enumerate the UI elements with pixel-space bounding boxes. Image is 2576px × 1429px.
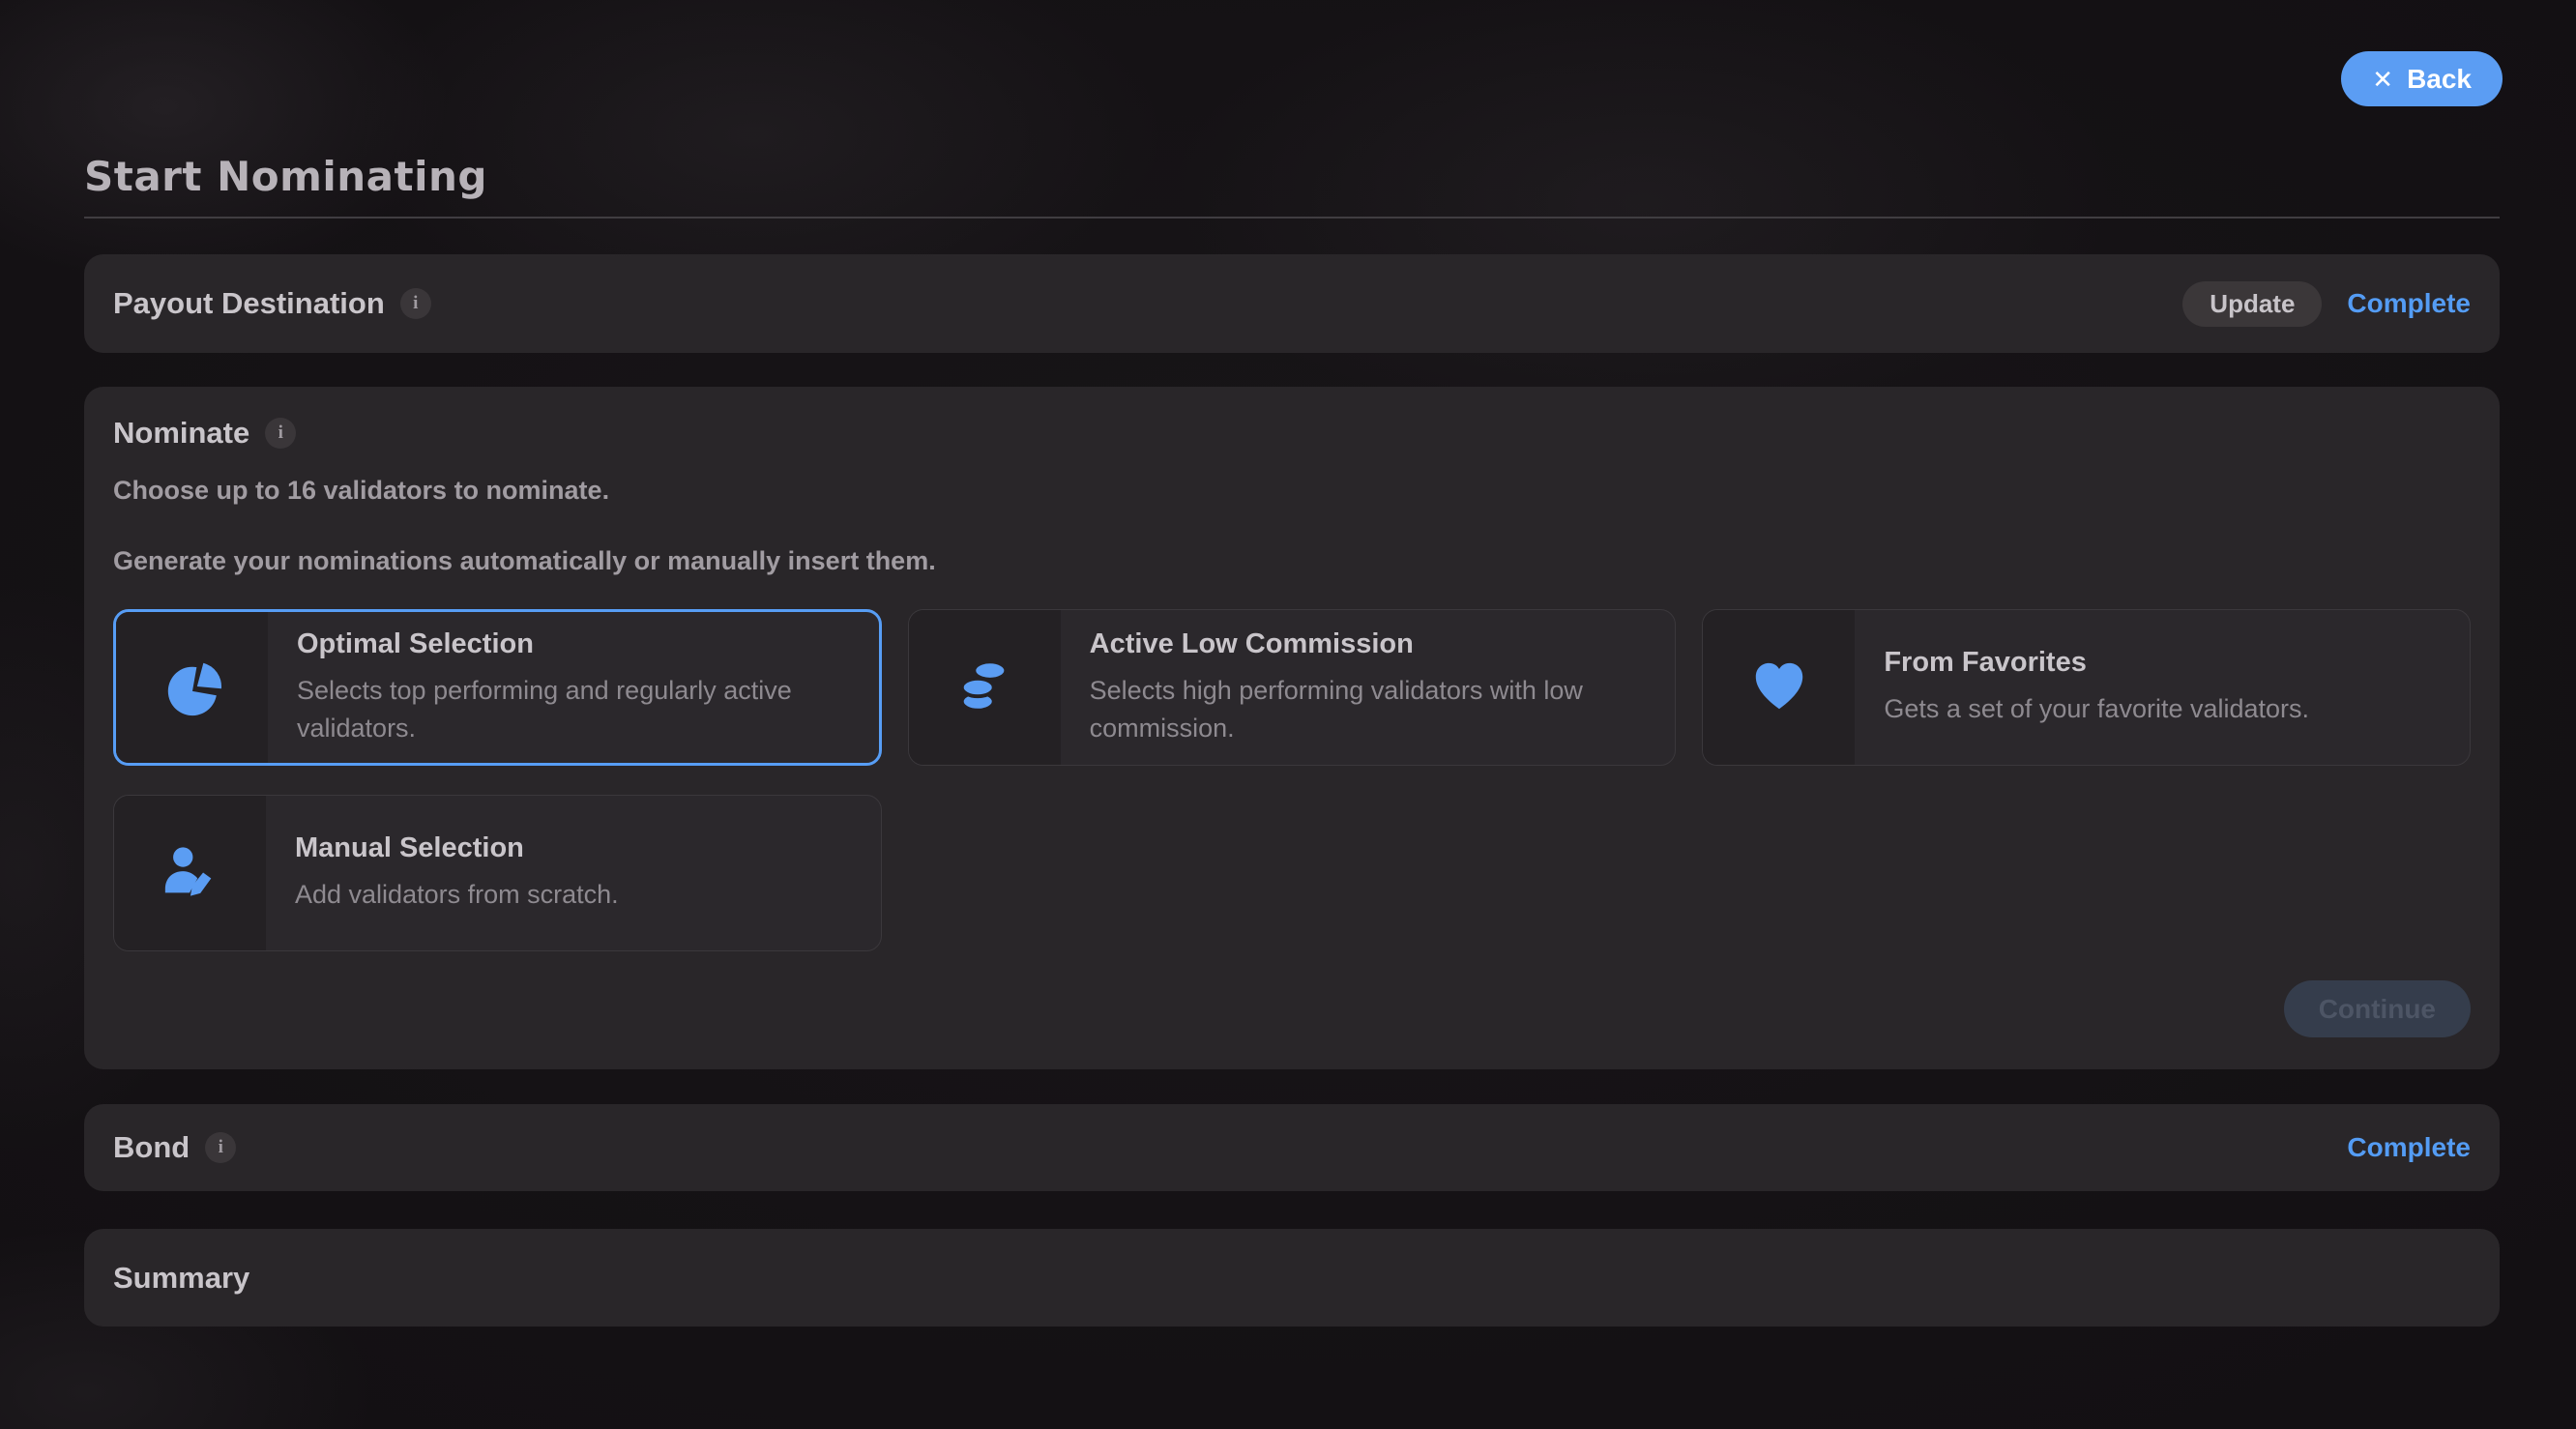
nomination-methods-grid: Optimal Selection Selects top performing… <box>113 609 2471 951</box>
info-icon[interactable]: i <box>205 1132 236 1163</box>
update-button[interactable]: Update <box>2182 281 2322 327</box>
payout-destination-section: Payout Destination i Update Complete <box>84 254 2500 353</box>
info-icon[interactable]: i <box>400 288 431 319</box>
nominate-subtitle: Choose up to 16 validators to nominate. <box>113 476 2471 506</box>
method-title: Manual Selection <box>295 832 619 864</box>
summary-section: Summary <box>84 1229 2500 1327</box>
bond-section: Bond i Complete <box>84 1104 2500 1191</box>
summary-title: Summary <box>113 1261 249 1296</box>
method-manual-selection[interactable]: Manual Selection Add validators from scr… <box>113 795 882 951</box>
continue-button[interactable]: Continue <box>2284 980 2471 1037</box>
back-button[interactable]: ✕ Back <box>2341 51 2503 106</box>
method-title: Active Low Commission <box>1090 628 1631 660</box>
method-from-favorites[interactable]: From Favorites Gets a set of your favori… <box>1702 609 2471 766</box>
nominate-section: Nominate i Choose up to 16 validators to… <box>84 387 2500 1069</box>
info-icon[interactable]: i <box>265 418 296 449</box>
method-description: Selects top performing and regularly act… <box>297 672 838 746</box>
page-title: Start Nominating <box>84 153 487 200</box>
method-description: Add validators from scratch. <box>295 876 619 913</box>
user-edit-icon <box>114 796 266 950</box>
method-active-low-commission[interactable]: Active Low Commission Selects high perfo… <box>908 609 1677 766</box>
method-title: Optimal Selection <box>297 628 838 660</box>
method-description: Selects high performing validators with … <box>1090 672 1631 746</box>
method-title: From Favorites <box>1884 647 2309 679</box>
method-description: Gets a set of your favorite validators. <box>1884 690 2309 727</box>
bond-title: Bond <box>113 1130 190 1165</box>
nominate-title: Nominate <box>113 416 249 451</box>
bond-complete-badge: Complete <box>2347 1132 2471 1163</box>
method-optimal-selection[interactable]: Optimal Selection Selects top performing… <box>113 609 882 766</box>
payout-complete-badge: Complete <box>2347 288 2471 319</box>
payout-destination-title: Payout Destination <box>113 286 385 321</box>
heart-icon <box>1703 610 1855 765</box>
nominate-hint: Generate your nominations automatically … <box>113 546 2471 576</box>
close-icon: ✕ <box>2372 67 2393 92</box>
back-button-label: Back <box>2407 64 2472 95</box>
title-divider <box>84 217 2500 219</box>
coins-icon <box>909 610 1061 765</box>
pie-chart-icon <box>116 612 268 763</box>
start-nominating-overlay: ✕ Back Start Nominating Payout Destinati… <box>0 0 2576 1429</box>
